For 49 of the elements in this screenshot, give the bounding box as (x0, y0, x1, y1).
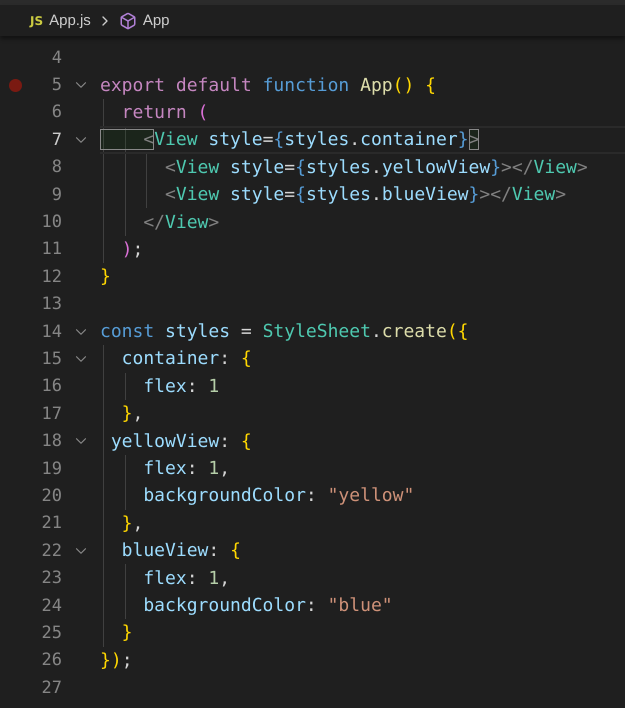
code-line: }); (100, 650, 133, 671)
code-line: export default function App() { (100, 74, 436, 96)
cube-icon (118, 12, 137, 30)
line-number: 10 (40, 212, 62, 232)
line-number: 11 (40, 239, 62, 260)
line-number: 12 (40, 266, 62, 287)
line-number: 7 (50, 130, 62, 150)
line-number: 5 (50, 75, 62, 96)
code-line: backgroundColor: "yellow" (142, 485, 414, 506)
code-line: backgroundColor: "blue" (142, 595, 393, 616)
js-file-icon: JS (30, 14, 44, 28)
line-number: 27 (40, 678, 62, 698)
code-line: </View> (142, 212, 220, 233)
code-line: return ( (120, 102, 208, 123)
line-number: 13 (40, 294, 62, 314)
line-number: 21 (40, 513, 62, 534)
line-number: 22 (40, 540, 62, 561)
line-number: 17 (40, 404, 62, 424)
line-number: 26 (40, 650, 62, 670)
line-number: 4 (50, 48, 62, 68)
code-line: } (120, 622, 133, 644)
line-number: 18 (40, 431, 62, 452)
breakpoint-dot[interactable] (8, 78, 22, 92)
code-line: ); (120, 238, 144, 260)
line-number: 23 (40, 568, 62, 588)
code-line: container: { (120, 348, 252, 370)
code-line: flex: 1, (142, 568, 230, 589)
line-number: 19 (40, 458, 62, 479)
code-line: <View style={styles.blueView}></View> (164, 184, 566, 206)
line-number: 24 (40, 596, 62, 616)
line-number: 8 (50, 157, 62, 178)
line-number: 16 (40, 376, 62, 396)
line-number: 9 (50, 184, 62, 205)
breadcrumb-symbol[interactable]: App (142, 12, 170, 29)
line-number: 25 (40, 622, 62, 643)
line-number: 6 (50, 102, 62, 122)
code-line: } (100, 266, 111, 288)
code-line: }, (120, 512, 144, 534)
code-line: }, (120, 403, 144, 424)
breadcrumb-file[interactable]: App.js (49, 12, 91, 29)
code-line: <View style={styles.yellowView}></View> (164, 156, 588, 178)
code-line: yellowView: { (110, 430, 252, 452)
line-number: 14 (40, 322, 62, 342)
code-line: blueView: { (120, 540, 241, 562)
line-number: 20 (40, 486, 62, 506)
code-line: flex: 1 (142, 376, 220, 397)
line-number: 15 (40, 348, 62, 369)
code-line: flex: 1, (142, 458, 230, 480)
code-line: const styles = StyleSheet.create({ (100, 321, 469, 342)
